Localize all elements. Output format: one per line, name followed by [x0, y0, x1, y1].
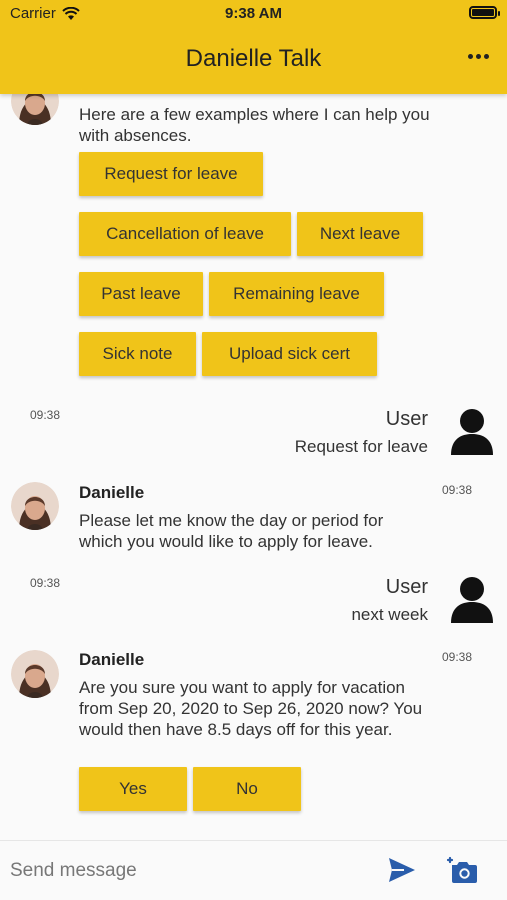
- option-remaining-leave[interactable]: Remaining leave: [209, 272, 384, 316]
- message-timestamp: 09:38: [442, 650, 473, 664]
- send-icon[interactable]: [388, 857, 416, 883]
- user-name: User: [385, 408, 428, 430]
- user-avatar-icon: [451, 577, 493, 623]
- yes-button[interactable]: Yes: [79, 767, 187, 811]
- more-horizontal-icon[interactable]: [468, 54, 489, 59]
- option-past-leave[interactable]: Past leave: [79, 272, 203, 316]
- option-sick-note[interactable]: Sick note: [79, 332, 196, 376]
- user-message-text: Request for leave: [294, 437, 428, 456]
- sender-name: Danielle: [79, 483, 145, 502]
- user-name: User: [385, 576, 428, 598]
- no-button[interactable]: No: [193, 767, 301, 811]
- message-timestamp: 09:38: [442, 483, 473, 497]
- message-text: Are you sure you want to apply for vacat…: [79, 678, 423, 739]
- app-header: Carrier 9:38 AM Danielle Talk: [0, 0, 507, 94]
- message-text: Please let me know the day or period for…: [79, 511, 384, 551]
- sender-name: Danielle: [79, 650, 145, 669]
- option-next-leave[interactable]: Next leave: [297, 212, 423, 256]
- message-timestamp: 09:38: [30, 576, 61, 590]
- status-bar: Carrier 9:38 AM: [0, 0, 507, 28]
- message-text: Here are a few examples where I can help…: [79, 105, 430, 145]
- danielle-avatar: [11, 650, 59, 698]
- message-input[interactable]: [10, 853, 370, 889]
- option-cancellation-leave[interactable]: Cancellation of leave: [79, 212, 291, 256]
- message-composer: [0, 840, 507, 900]
- add-photo-icon[interactable]: [446, 854, 478, 884]
- page-title: Danielle Talk: [185, 45, 322, 72]
- battery-icon: [469, 6, 500, 19]
- danielle-avatar: [11, 482, 59, 530]
- option-request-leave[interactable]: Request for leave: [79, 152, 263, 196]
- status-time: 9:38 AM: [225, 5, 282, 22]
- user-avatar-icon: [451, 409, 493, 455]
- option-upload-sick-cert[interactable]: Upload sick cert: [202, 332, 377, 376]
- message-timestamp: 09:38: [30, 408, 61, 422]
- user-message-text: next week: [351, 605, 428, 624]
